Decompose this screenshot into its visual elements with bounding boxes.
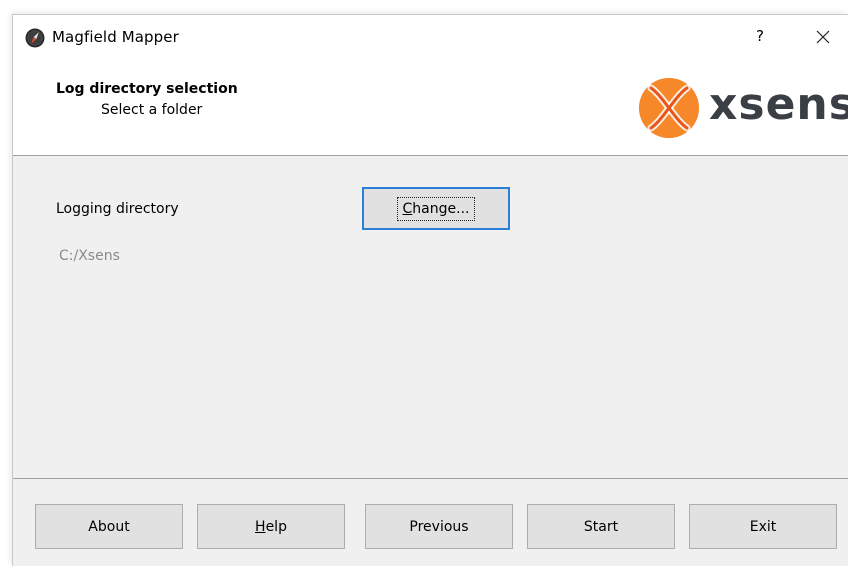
page-title: Log directory selection — [56, 81, 238, 97]
help-button-label: elp — [265, 518, 287, 535]
start-button[interactable]: Start — [527, 504, 675, 549]
page-subtitle: Select a folder — [101, 102, 203, 118]
change-mnemonic: C — [402, 200, 413, 217]
close-icon — [816, 30, 830, 44]
window-title: Magfield Mapper — [52, 28, 179, 46]
help-mnemonic: H — [255, 518, 266, 535]
xsens-x-logo-icon — [639, 78, 699, 138]
wizard-content: Logging directory Change... C:/Xsens — [13, 157, 848, 479]
about-button[interactable]: About — [35, 504, 183, 549]
app-compass-icon — [25, 28, 45, 48]
window-help-button[interactable]: ? — [749, 24, 771, 48]
xsens-logo: xsens — [637, 75, 848, 141]
logging-directory-label: Logging directory — [56, 201, 179, 217]
xsens-logo-text: xsens — [709, 79, 848, 130]
magfield-mapper-window: Magfield Mapper ? Log directory selectio… — [12, 14, 848, 566]
change-button-label: hange... — [412, 200, 470, 217]
current-directory-path: C:/Xsens — [59, 248, 120, 264]
change-directory-button[interactable]: Change... — [362, 187, 510, 230]
exit-button[interactable]: Exit — [689, 504, 837, 549]
window-close-button[interactable] — [809, 24, 837, 50]
previous-button[interactable]: Previous — [365, 504, 513, 549]
help-button[interactable]: Help — [197, 504, 345, 549]
wizard-header: Log directory selection Select a folder … — [13, 59, 848, 156]
wizard-footer: About Help Previous Start Exit — [13, 480, 848, 566]
title-bar[interactable]: Magfield Mapper ? — [13, 15, 848, 59]
